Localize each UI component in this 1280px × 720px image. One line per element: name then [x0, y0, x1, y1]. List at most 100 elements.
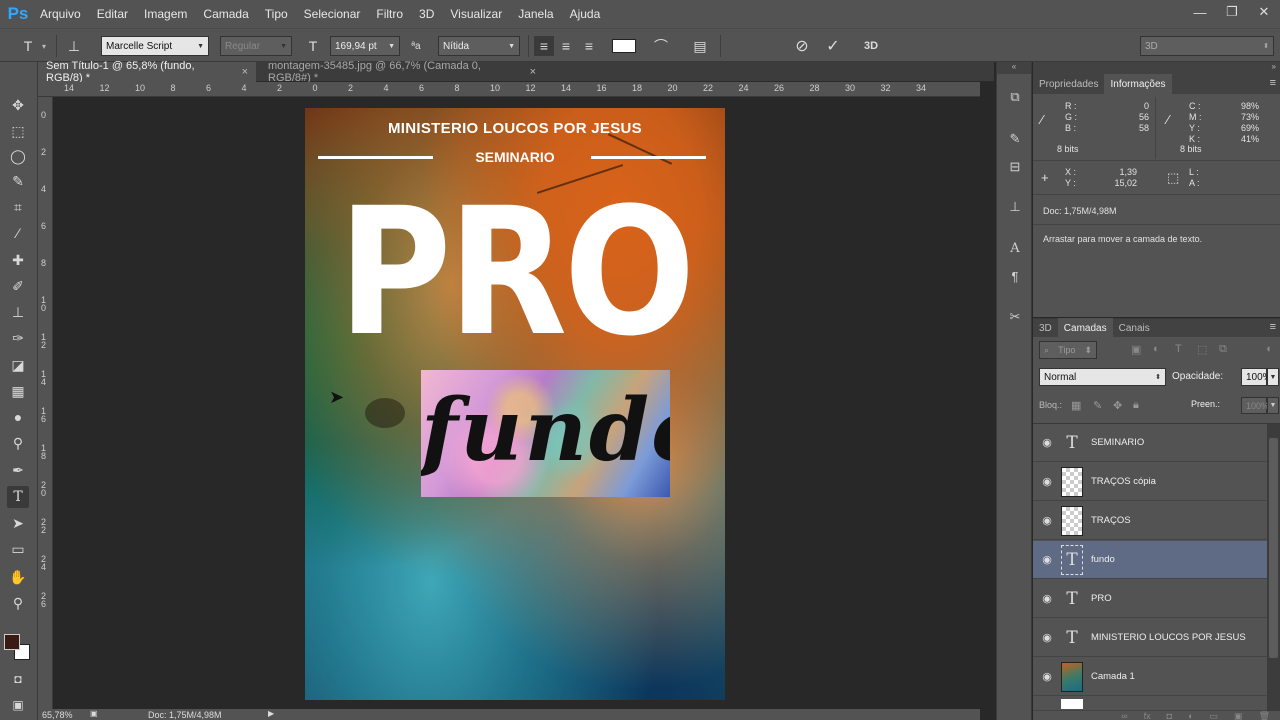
filter-shape-icon[interactable]: ⬚	[1197, 343, 1207, 356]
layer-row-ministerio[interactable]: ◉ T MINISTERIO LOUCOS POR JESUS	[1033, 619, 1267, 657]
panel-menu-icon[interactable]: ≡	[1270, 321, 1276, 333]
close-button[interactable]: ✕	[1248, 0, 1280, 24]
screen-mode-icon[interactable]: ▣	[7, 694, 29, 716]
layer-filter-select[interactable]: ⌕ Tipo ⬍	[1039, 341, 1097, 359]
clone-stamp-tool-icon[interactable]: ⊥	[7, 301, 29, 323]
menu-janela[interactable]: Janela	[510, 7, 561, 21]
filter-smart-icon[interactable]: ⧉	[1219, 343, 1227, 356]
brush-tool-icon[interactable]: ✐	[7, 275, 29, 297]
close-tab-icon[interactable]: ×	[242, 66, 248, 78]
align-left-icon[interactable]: ≡	[534, 36, 554, 56]
quick-select-tool-icon[interactable]: ✎	[7, 170, 29, 192]
opacity-dropdown-icon[interactable]: ▼	[1267, 368, 1279, 386]
filter-pixel-icon[interactable]: ▣	[1131, 343, 1141, 356]
tools-preset-panel-icon[interactable]: ✂	[1004, 306, 1026, 328]
filter-type-icon[interactable]: T	[1175, 343, 1182, 355]
zoom-level[interactable]: 65,78%	[42, 710, 73, 720]
eyedropper-tool-icon[interactable]: ⁄	[7, 222, 29, 244]
zoom-tool-icon[interactable]: ⚲	[7, 592, 29, 614]
blur-tool-icon[interactable]: ●	[7, 406, 29, 428]
paragraph-panel-icon[interactable]: ¶	[1004, 265, 1026, 287]
eraser-tool-icon[interactable]: ◪	[7, 354, 29, 376]
layers-scrollbar[interactable]	[1267, 424, 1280, 711]
lock-pixels-icon[interactable]: ✎	[1093, 399, 1102, 412]
visibility-eye-icon[interactable]: ◉	[1033, 436, 1061, 449]
character-panel-icon[interactable]: A	[1004, 237, 1026, 259]
link-layers-icon[interactable]: ∞	[1121, 711, 1127, 720]
text-color-swatch[interactable]	[612, 39, 636, 53]
foreground-color-swatch[interactable]	[4, 634, 20, 650]
menu-ajuda[interactable]: Ajuda	[562, 7, 609, 21]
filter-adjust-icon[interactable]: ◐	[1153, 343, 1160, 355]
panel-menu-icon[interactable]: ≡	[1270, 77, 1276, 89]
adjustments-panel-icon[interactable]: ⊟	[1004, 156, 1026, 178]
align-right-icon[interactable]: ≡	[579, 36, 599, 56]
layer-row-camada-1[interactable]: ◉ Camada 1	[1033, 658, 1267, 696]
tab-sem-titulo[interactable]: Sem Título-1 @ 65,8% (fundo, RGB/8) * ×	[38, 60, 256, 84]
lasso-tool-icon[interactable]: ◯	[7, 145, 29, 167]
tab-camadas[interactable]: Camadas	[1057, 318, 1113, 338]
tab-canais[interactable]: Canais	[1113, 318, 1156, 338]
rectangle-tool-icon[interactable]: ▭	[7, 538, 29, 560]
menu-camada[interactable]: Camada	[195, 7, 256, 21]
marquee-tool-icon[interactable]: ⬚	[7, 120, 29, 142]
status-icon[interactable]: ▣	[90, 709, 98, 718]
font-style-select[interactable]: Regular ▼	[220, 36, 292, 56]
adjustment-layer-icon[interactable]: ◐	[1188, 711, 1193, 720]
visibility-eye-icon[interactable]: ◉	[1033, 475, 1061, 488]
character-panel-icon[interactable]: ▤	[690, 36, 710, 56]
status-menu-arrow-icon[interactable]: ▶	[268, 709, 274, 718]
menu-editar[interactable]: Editar	[89, 7, 136, 21]
menu-selecionar[interactable]: Selecionar	[296, 7, 369, 21]
font-size-select[interactable]: 169,94 pt ▼	[330, 36, 400, 56]
collapse-panels-icon[interactable]: «	[997, 62, 1031, 74]
visibility-eye-icon[interactable]: ◉	[1033, 514, 1061, 527]
layer-row-tracos[interactable]: ◉ TRAÇOS	[1033, 502, 1267, 540]
commit-icon[interactable]: ✓	[823, 36, 843, 56]
preset-dropdown-icon[interactable]: ▾	[42, 36, 46, 56]
poster-title[interactable]: MINISTERIO LOUCOS POR JESUS	[305, 120, 725, 137]
fundo-text-layer[interactable]: fundo	[421, 370, 670, 497]
delete-layer-icon[interactable]: 🗑︎	[1259, 711, 1270, 720]
add-mask-icon[interactable]: ◘	[1167, 711, 1172, 720]
menu-imagem[interactable]: Imagem	[136, 7, 195, 21]
crop-tool-icon[interactable]: ⌗	[7, 196, 29, 218]
workspace-select[interactable]: 3D ⬍	[1140, 36, 1274, 56]
gradient-tool-icon[interactable]: ▦	[7, 380, 29, 402]
hand-tool-icon[interactable]: ✋	[7, 566, 29, 588]
canvas-area[interactable]: MINISTERIO LOUCOS POR JESUS SEMINARIO PR…	[53, 97, 980, 709]
move-tool-icon[interactable]: ✥	[7, 94, 29, 116]
tab-informacoes[interactable]: Informações	[1104, 74, 1172, 94]
poster-pro-text[interactable]: PRO	[330, 178, 700, 368]
layer-row-tracos-copia[interactable]: ◉ TRAÇOS cópia	[1033, 463, 1267, 501]
close-tab-icon[interactable]: ×	[530, 66, 536, 78]
align-center-icon[interactable]: ≡	[556, 36, 576, 56]
menu-tipo[interactable]: Tipo	[257, 7, 296, 21]
visibility-eye-icon[interactable]: ◉	[1033, 631, 1061, 644]
blend-mode-select[interactable]: Normal ⬍	[1039, 368, 1166, 386]
layer-row-pro[interactable]: ◉ T PRO	[1033, 580, 1267, 618]
quick-mask-icon[interactable]: ◘	[7, 668, 29, 690]
menu-filtro[interactable]: Filtro	[368, 7, 411, 21]
poster-document[interactable]: MINISTERIO LOUCOS POR JESUS SEMINARIO PR…	[305, 108, 725, 700]
warp-text-icon[interactable]: ⌒	[651, 36, 671, 56]
visibility-eye-icon[interactable]: ◉	[1033, 670, 1061, 683]
poster-subtitle[interactable]: SEMINARIO	[305, 149, 725, 165]
type-tool-preset-icon[interactable]: T	[18, 36, 38, 56]
clone-source-panel-icon[interactable]: ⊥	[1004, 196, 1026, 218]
menu-arquivo[interactable]: Arquivo	[32, 7, 89, 21]
filter-toggle-icon[interactable]: ◖	[1265, 343, 1272, 355]
healing-brush-tool-icon[interactable]: ✚	[7, 249, 29, 271]
dodge-tool-icon[interactable]: ⚲	[7, 432, 29, 454]
tab-montagem[interactable]: montagem-35485.jpg @ 66,7% (Camada 0, RG…	[260, 60, 544, 84]
lock-transparent-icon[interactable]: ▦	[1071, 399, 1081, 412]
layer-row-fundo[interactable]: ◉ T fundo	[1033, 541, 1267, 579]
fill-input[interactable]: 100%	[1241, 397, 1269, 414]
poster-fundo-text[interactable]: fundo	[421, 380, 670, 481]
antialias-select[interactable]: Nítida ▼	[438, 36, 520, 56]
menu-visualizar[interactable]: Visualizar	[442, 7, 510, 21]
type-tool-icon[interactable]: T	[7, 486, 29, 508]
restore-button[interactable]: ❐	[1216, 0, 1248, 24]
new-group-icon[interactable]: ▭	[1210, 711, 1219, 720]
pen-tool-icon[interactable]: ✒	[7, 459, 29, 481]
